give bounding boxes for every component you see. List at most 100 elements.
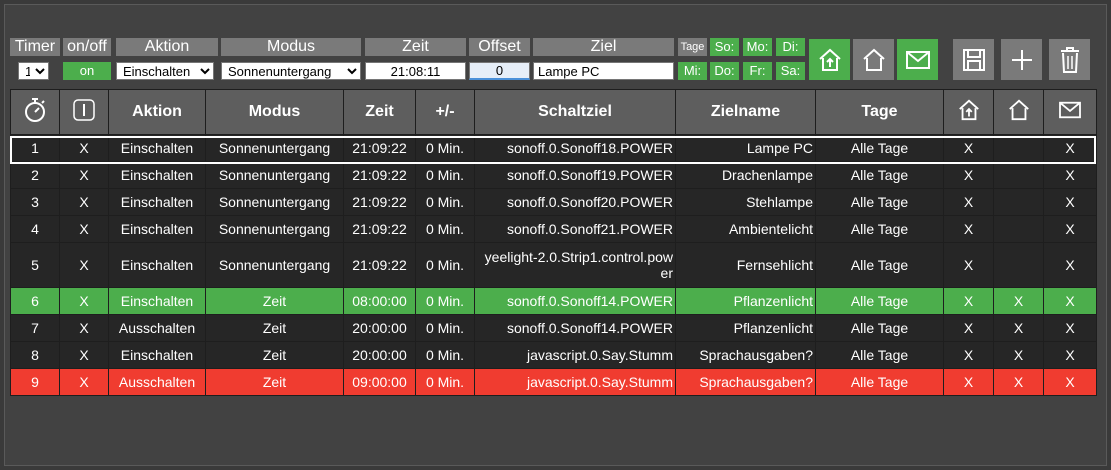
on-toggle-button[interactable]: on bbox=[63, 62, 111, 80]
header-aktion: Aktion bbox=[116, 38, 218, 56]
column-header-zielname[interactable]: Zielname bbox=[675, 89, 816, 135]
cell-zeit: 21:09:22 bbox=[343, 188, 416, 216]
trash-icon bbox=[1060, 46, 1079, 73]
add-timer-button[interactable] bbox=[1001, 39, 1042, 80]
home-toggle-button[interactable] bbox=[853, 39, 894, 80]
mail-icon bbox=[905, 50, 930, 69]
column-header-aktion[interactable]: Aktion bbox=[108, 89, 206, 135]
cell-zeit: 08:00:00 bbox=[343, 287, 416, 315]
cell-aktion: Einschalten bbox=[108, 341, 206, 369]
cell-home bbox=[993, 134, 1044, 162]
ziel-input[interactable] bbox=[533, 62, 674, 80]
cell-home-arrive: X bbox=[943, 134, 994, 162]
modus-select[interactable]: Sonnenuntergang bbox=[221, 62, 361, 80]
cell-aktion: Ausschalten bbox=[108, 368, 206, 396]
cell-tage: Alle Tage bbox=[815, 161, 944, 189]
cell-nr: 4 bbox=[10, 215, 60, 243]
cell-home-arrive: X bbox=[943, 341, 994, 369]
column-header-home-arrive[interactable] bbox=[943, 89, 994, 135]
cell-offset: 0 Min. bbox=[415, 341, 475, 369]
cell-nr: 6 bbox=[10, 287, 60, 315]
cell-schaltziel: sonoff.0.Sonoff18.POWER bbox=[474, 134, 676, 162]
home-arrive-toggle-button[interactable] bbox=[809, 39, 850, 80]
column-header-onoff[interactable] bbox=[59, 89, 109, 135]
cell-nr: 1 bbox=[10, 134, 60, 162]
table-row[interactable]: 6 X Einschalten Zeit 08:00:00 0 Min. son… bbox=[10, 287, 1097, 315]
cell-offset: 0 Min. bbox=[415, 215, 475, 243]
table-row[interactable]: 4 X Einschalten Sonnenuntergang 21:09:22… bbox=[10, 215, 1097, 243]
column-header-schaltziel[interactable]: Schaltziel bbox=[474, 89, 676, 135]
cell-onoff: X bbox=[59, 215, 109, 243]
column-header-nr[interactable] bbox=[10, 89, 60, 135]
day-button-wednesday[interactable]: Mi: bbox=[678, 62, 707, 80]
cell-mail: X bbox=[1043, 161, 1097, 189]
cell-modus: Sonnenuntergang bbox=[205, 134, 344, 162]
cell-zeit: 20:00:00 bbox=[343, 314, 416, 342]
cell-zielname: Ambientelicht bbox=[675, 215, 816, 243]
save-button[interactable] bbox=[953, 39, 994, 80]
table-row[interactable]: 2 X Einschalten Sonnenuntergang 21:09:22… bbox=[10, 161, 1097, 189]
cell-zeit: 21:09:22 bbox=[343, 161, 416, 189]
day-button-friday[interactable]: Fr: bbox=[743, 62, 772, 80]
header-zeit: Zeit bbox=[365, 38, 466, 56]
column-header-modus[interactable]: Modus bbox=[205, 89, 344, 135]
table-row[interactable]: 5 X Einschalten Sonnenuntergang 21:09:22… bbox=[10, 242, 1097, 288]
day-button-thursday[interactable]: Do: bbox=[710, 62, 739, 80]
cell-zielname: Pflanzenlicht bbox=[675, 287, 816, 315]
cell-onoff: X bbox=[59, 161, 109, 189]
table-row[interactable]: 9 X Ausschalten Zeit 09:00:00 0 Min. jav… bbox=[10, 368, 1097, 396]
table-row[interactable]: 1 X Einschalten Sonnenuntergang 21:09:22… bbox=[10, 134, 1097, 162]
cell-onoff: X bbox=[59, 188, 109, 216]
cell-tage: Alle Tage bbox=[815, 188, 944, 216]
header-timer: Timer bbox=[10, 38, 60, 56]
cell-offset: 0 Min. bbox=[415, 314, 475, 342]
cell-offset: 0 Min. bbox=[415, 242, 475, 288]
cell-tage: Alle Tage bbox=[815, 287, 944, 315]
cell-modus: Zeit bbox=[205, 368, 344, 396]
cell-zeit: 20:00:00 bbox=[343, 341, 416, 369]
cell-schaltziel: yeelight-2.0.Strip1.control.power bbox=[474, 242, 676, 288]
table-row[interactable]: 8 X Einschalten Zeit 20:00:00 0 Min. jav… bbox=[10, 341, 1097, 369]
cell-offset: 0 Min. bbox=[415, 368, 475, 396]
cell-modus: Sonnenuntergang bbox=[205, 161, 344, 189]
cell-modus: Zeit bbox=[205, 341, 344, 369]
cell-aktion: Einschalten bbox=[108, 287, 206, 315]
cell-modus: Zeit bbox=[205, 287, 344, 315]
day-button-monday[interactable]: Mo: bbox=[743, 38, 772, 56]
cell-zeit: 21:09:22 bbox=[343, 134, 416, 162]
cell-zeit: 21:09:22 bbox=[343, 215, 416, 243]
aktion-select[interactable]: Einschalten bbox=[116, 62, 214, 80]
column-header-offset[interactable]: +/- bbox=[415, 89, 475, 135]
timer-select[interactable]: 1 bbox=[18, 62, 49, 80]
column-header-zeit[interactable]: Zeit bbox=[343, 89, 416, 135]
cell-aktion: Einschalten bbox=[108, 242, 206, 288]
cell-nr: 8 bbox=[10, 341, 60, 369]
cell-nr: 7 bbox=[10, 314, 60, 342]
cell-mail: X bbox=[1043, 242, 1097, 288]
zeit-input[interactable] bbox=[365, 62, 466, 80]
cell-mail: X bbox=[1043, 341, 1097, 369]
header-modus: Modus bbox=[221, 38, 361, 56]
cell-nr: 5 bbox=[10, 242, 60, 288]
cell-tage: Alle Tage bbox=[815, 134, 944, 162]
cell-schaltziel: sonoff.0.Sonoff20.POWER bbox=[474, 188, 676, 216]
column-header-tage[interactable]: Tage bbox=[815, 89, 944, 135]
mail-toggle-button[interactable] bbox=[897, 39, 938, 80]
day-button-sunday[interactable]: So: bbox=[710, 38, 739, 56]
cell-tage: Alle Tage bbox=[815, 215, 944, 243]
table-row[interactable]: 7 X Ausschalten Zeit 20:00:00 0 Min. son… bbox=[10, 314, 1097, 342]
cell-schaltziel: javascript.0.Say.Stumm bbox=[474, 341, 676, 369]
cell-tage: Alle Tage bbox=[815, 314, 944, 342]
day-button-tuesday[interactable]: Di: bbox=[776, 38, 805, 56]
offset-input[interactable] bbox=[469, 62, 530, 80]
column-header-mail[interactable] bbox=[1043, 89, 1097, 135]
column-header-home[interactable] bbox=[993, 89, 1044, 135]
cell-home-arrive: X bbox=[943, 242, 994, 288]
cell-schaltziel: sonoff.0.Sonoff21.POWER bbox=[474, 215, 676, 243]
home-arrive-icon bbox=[958, 99, 979, 120]
delete-timer-button[interactable] bbox=[1049, 39, 1090, 80]
power-switch-icon bbox=[73, 98, 95, 121]
table-row[interactable]: 3 X Einschalten Sonnenuntergang 21:09:22… bbox=[10, 188, 1097, 216]
day-button-saturday[interactable]: Sa: bbox=[776, 62, 805, 80]
header-ziel: Ziel bbox=[533, 38, 674, 56]
